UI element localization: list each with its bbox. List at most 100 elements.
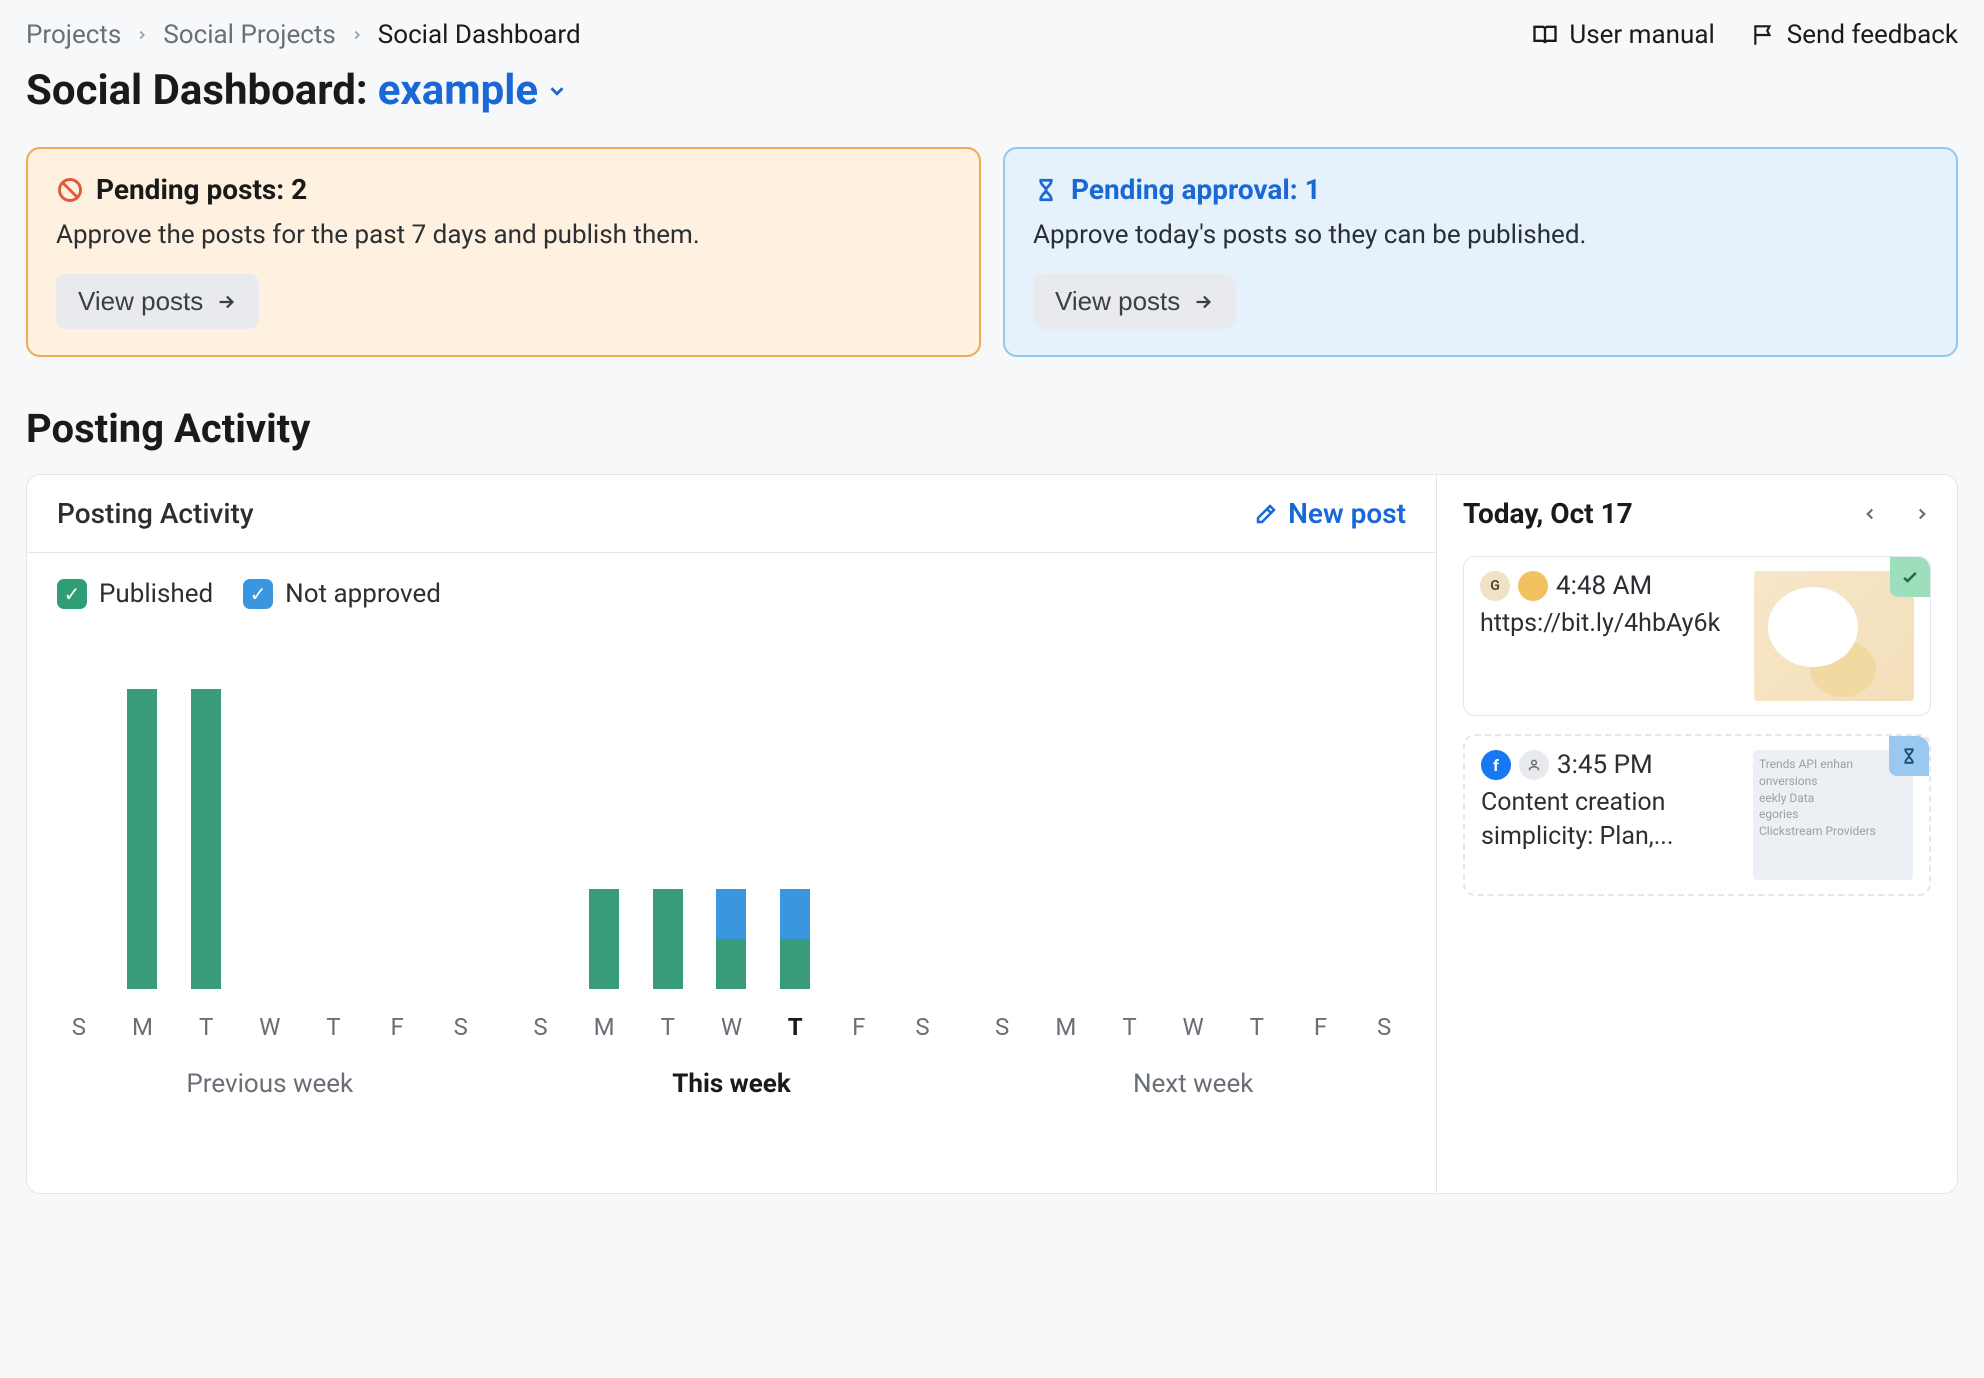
checkbox-icon: ✓ <box>243 579 273 609</box>
today-title: Today, Oct 17 <box>1463 497 1633 530</box>
bar-column <box>64 629 94 989</box>
day-label: S <box>64 1013 94 1041</box>
bar-not-approved <box>716 889 746 939</box>
view-pending-approval-button[interactable]: View posts <box>1033 274 1236 329</box>
bar-column <box>987 629 1017 989</box>
book-icon <box>1531 21 1559 49</box>
day-label: F <box>844 1013 874 1041</box>
breadcrumb-current: Social Dashboard <box>378 20 581 50</box>
post-text: https://bit.ly/4hbAy6k <box>1480 607 1738 641</box>
week-label: Next week <box>980 1069 1406 1099</box>
posting-activity-card: Posting Activity New post ✓ Published ✓ … <box>26 474 1958 1194</box>
chevron-right-icon <box>135 28 149 42</box>
or-channel-icon <box>1518 571 1548 601</box>
day-label: F <box>382 1013 412 1041</box>
view-pending-posts-button[interactable]: View posts <box>56 274 259 329</box>
bar-column <box>844 629 874 989</box>
day-label: T <box>318 1013 348 1041</box>
arrow-right-icon <box>215 291 237 313</box>
checkbox-icon: ✓ <box>57 579 87 609</box>
bar-column <box>780 629 810 989</box>
day-label: T <box>653 1013 683 1041</box>
new-post-button[interactable]: New post <box>1254 497 1406 530</box>
pending-posts-alert: Pending posts: 2 Approve the posts for t… <box>26 147 981 357</box>
status-ok-badge <box>1890 557 1930 597</box>
bar-column <box>716 629 746 989</box>
day-label: S <box>987 1013 1017 1041</box>
project-selector[interactable]: example <box>378 66 568 115</box>
chevron-down-icon <box>546 80 568 102</box>
week-label: This week <box>519 1069 945 1099</box>
post-card[interactable]: G 4:48 AM https://bit.ly/4hbAy6k <box>1463 556 1931 716</box>
post-text: Content creation simplicity: Plan,... <box>1481 786 1737 854</box>
day-label: T <box>780 1013 810 1041</box>
day-label: S <box>526 1013 556 1041</box>
prev-day-button[interactable] <box>1861 505 1879 523</box>
bar-column <box>382 629 412 989</box>
chart-title: Posting Activity <box>57 497 254 530</box>
day-label: W <box>255 1013 285 1041</box>
posting-activity-title: Posting Activity <box>26 405 1958 452</box>
bar-published <box>589 889 619 989</box>
bar-column <box>1178 629 1208 989</box>
chevron-right-icon <box>350 28 364 42</box>
status-pending-badge <box>1889 736 1929 776</box>
bar-published <box>780 939 810 989</box>
edit-icon <box>1254 502 1278 526</box>
bar-not-approved <box>780 889 810 939</box>
bar-column <box>526 629 556 989</box>
legend-published[interactable]: ✓ Published <box>57 579 213 609</box>
day-label: T <box>1242 1013 1272 1041</box>
day-label: S <box>1369 1013 1399 1041</box>
day-label: M <box>127 1013 157 1041</box>
posting-activity-chart: S M T W T F S Previous week S M T W T F S This week S M T W… <box>27 619 1436 1131</box>
chart-week: S M T W T F S Next week <box>980 629 1406 1099</box>
post-time: 4:48 AM <box>1556 571 1652 601</box>
user-manual-link[interactable]: User manual <box>1531 20 1714 50</box>
day-label: W <box>1178 1013 1208 1041</box>
flag-icon <box>1751 22 1777 48</box>
bar-column <box>1114 629 1144 989</box>
chart-week: SMTWTFSPrevious week <box>57 629 483 1099</box>
pending-approval-alert: Pending approval: 1 Approve today's post… <box>1003 147 1958 357</box>
bar-column <box>1369 629 1399 989</box>
page-title: Social Dashboard: example <box>26 66 1958 115</box>
hourglass-icon <box>1033 177 1059 203</box>
breadcrumb-projects[interactable]: Projects <box>26 20 121 50</box>
bar-column <box>191 629 221 989</box>
arrow-right-icon <box>1192 291 1214 313</box>
day-label: T <box>191 1013 221 1041</box>
breadcrumb-social-projects[interactable]: Social Projects <box>163 20 335 50</box>
send-feedback-link[interactable]: Send feedback <box>1751 20 1958 50</box>
bar-column <box>653 629 683 989</box>
bar-column <box>907 629 937 989</box>
day-label: S <box>907 1013 937 1041</box>
prohibit-icon <box>56 176 84 204</box>
day-label: F <box>1305 1013 1335 1041</box>
bar-column <box>1051 629 1081 989</box>
bar-column <box>1242 629 1272 989</box>
post-time: 3:45 PM <box>1557 750 1653 780</box>
next-day-button[interactable] <box>1913 505 1931 523</box>
post-card[interactable]: f 3:45 PM Content creation simplicity: Pla… <box>1463 734 1931 896</box>
gr-channel-icon <box>1519 750 1549 780</box>
day-label: W <box>716 1013 746 1041</box>
bar-column <box>589 629 619 989</box>
day-label: M <box>589 1013 619 1041</box>
fb-channel-icon: f <box>1481 750 1511 780</box>
bar-published <box>716 939 746 989</box>
day-label: M <box>1051 1013 1081 1041</box>
bar-published <box>127 689 157 989</box>
bar-column <box>255 629 285 989</box>
g-channel-icon: G <box>1480 571 1510 601</box>
legend-not-approved[interactable]: ✓ Not approved <box>243 579 441 609</box>
day-label: T <box>1114 1013 1144 1041</box>
bar-column <box>127 629 157 989</box>
bar-column <box>1305 629 1335 989</box>
bar-column <box>446 629 476 989</box>
breadcrumb: Projects Social Projects Social Dashboar… <box>26 20 581 50</box>
bar-published <box>191 689 221 989</box>
bar-column <box>318 629 348 989</box>
week-label: Previous week <box>57 1069 483 1099</box>
bar-published <box>653 889 683 989</box>
